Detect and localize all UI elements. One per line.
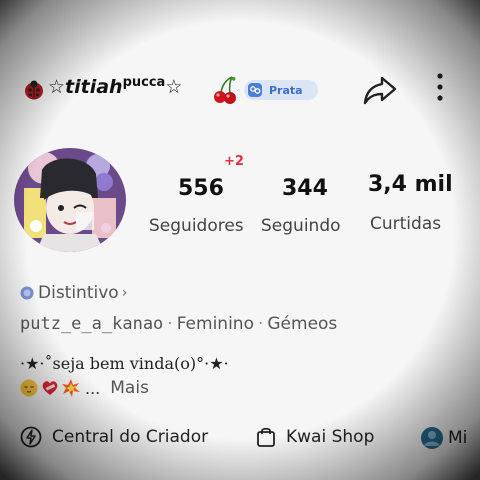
ladybug-icon	[25, 80, 43, 100]
likes-label: Curtidas	[370, 214, 442, 234]
separator-dot: ·	[167, 314, 173, 334]
relieved-face-icon	[20, 379, 38, 397]
kwai-shop-label: Kwai Shop	[286, 427, 375, 447]
profile-header: ☆titiahpucca☆ Prata	[22, 72, 462, 108]
likes-count: 3,4 mil	[368, 172, 453, 197]
distintivo-link[interactable]: Distintivo ›	[20, 283, 127, 303]
new-followers-count: +2	[224, 154, 244, 169]
bottom-actions: Central do Criador Kwai Shop Mi	[0, 426, 480, 454]
followers-label: Seguidores	[149, 216, 244, 236]
separator-dot: ·	[257, 314, 264, 334]
username-superscript: pucca	[122, 75, 166, 90]
bio-line-1: ·★·˚seja bem vinda(o)°·★·	[20, 354, 229, 373]
profile-sign: Gémeos	[267, 314, 338, 334]
avatar-image	[14, 148, 126, 252]
badge-label: Prata	[269, 83, 303, 97]
chevron-right-icon: ›	[121, 285, 128, 301]
username-suffix: ☆	[165, 76, 183, 98]
profile-circle-icon	[421, 427, 443, 449]
shopping-bag-icon	[257, 427, 275, 447]
share-icon[interactable]	[362, 74, 398, 106]
profile-meta: putz_e_a_kanao · Feminino · Gémeos	[20, 314, 337, 334]
distintivo-label: Distintivo	[38, 283, 119, 303]
following-count: 344	[282, 176, 328, 201]
collision-icon	[62, 379, 80, 397]
heart-bandage-icon	[42, 381, 58, 395]
following-label: Seguindo	[261, 216, 341, 236]
username-prefix: ☆titiah	[48, 76, 123, 98]
more-link[interactable]: Mais	[110, 378, 149, 398]
bio-ellipsis: ...	[85, 378, 101, 398]
profile-handle: putz_e_a_kanao	[20, 314, 164, 334]
distintivo-badge-icon	[20, 286, 34, 300]
more-vertical-icon[interactable]	[434, 72, 446, 106]
username: ☆titiahpucca☆	[48, 75, 183, 98]
kwai-shop-button[interactable]: Kwai Shop	[256, 426, 374, 448]
lightning-circle-icon	[20, 426, 42, 448]
third-action-label: Mi	[448, 428, 468, 448]
avatar[interactable]	[14, 148, 126, 252]
third-action-button[interactable]: Mi	[420, 426, 467, 450]
creator-center-button[interactable]: Central do Criador	[20, 426, 208, 448]
bio-line-2: ... Mais	[20, 378, 149, 398]
level-badge[interactable]: Prata	[244, 80, 318, 100]
creator-center-label: Central do Criador	[52, 427, 209, 447]
cherry-icon	[214, 76, 236, 104]
badge-medal-icon	[248, 83, 262, 97]
profile-gender: Feminino	[176, 314, 254, 334]
followers-count: 556	[178, 176, 224, 201]
